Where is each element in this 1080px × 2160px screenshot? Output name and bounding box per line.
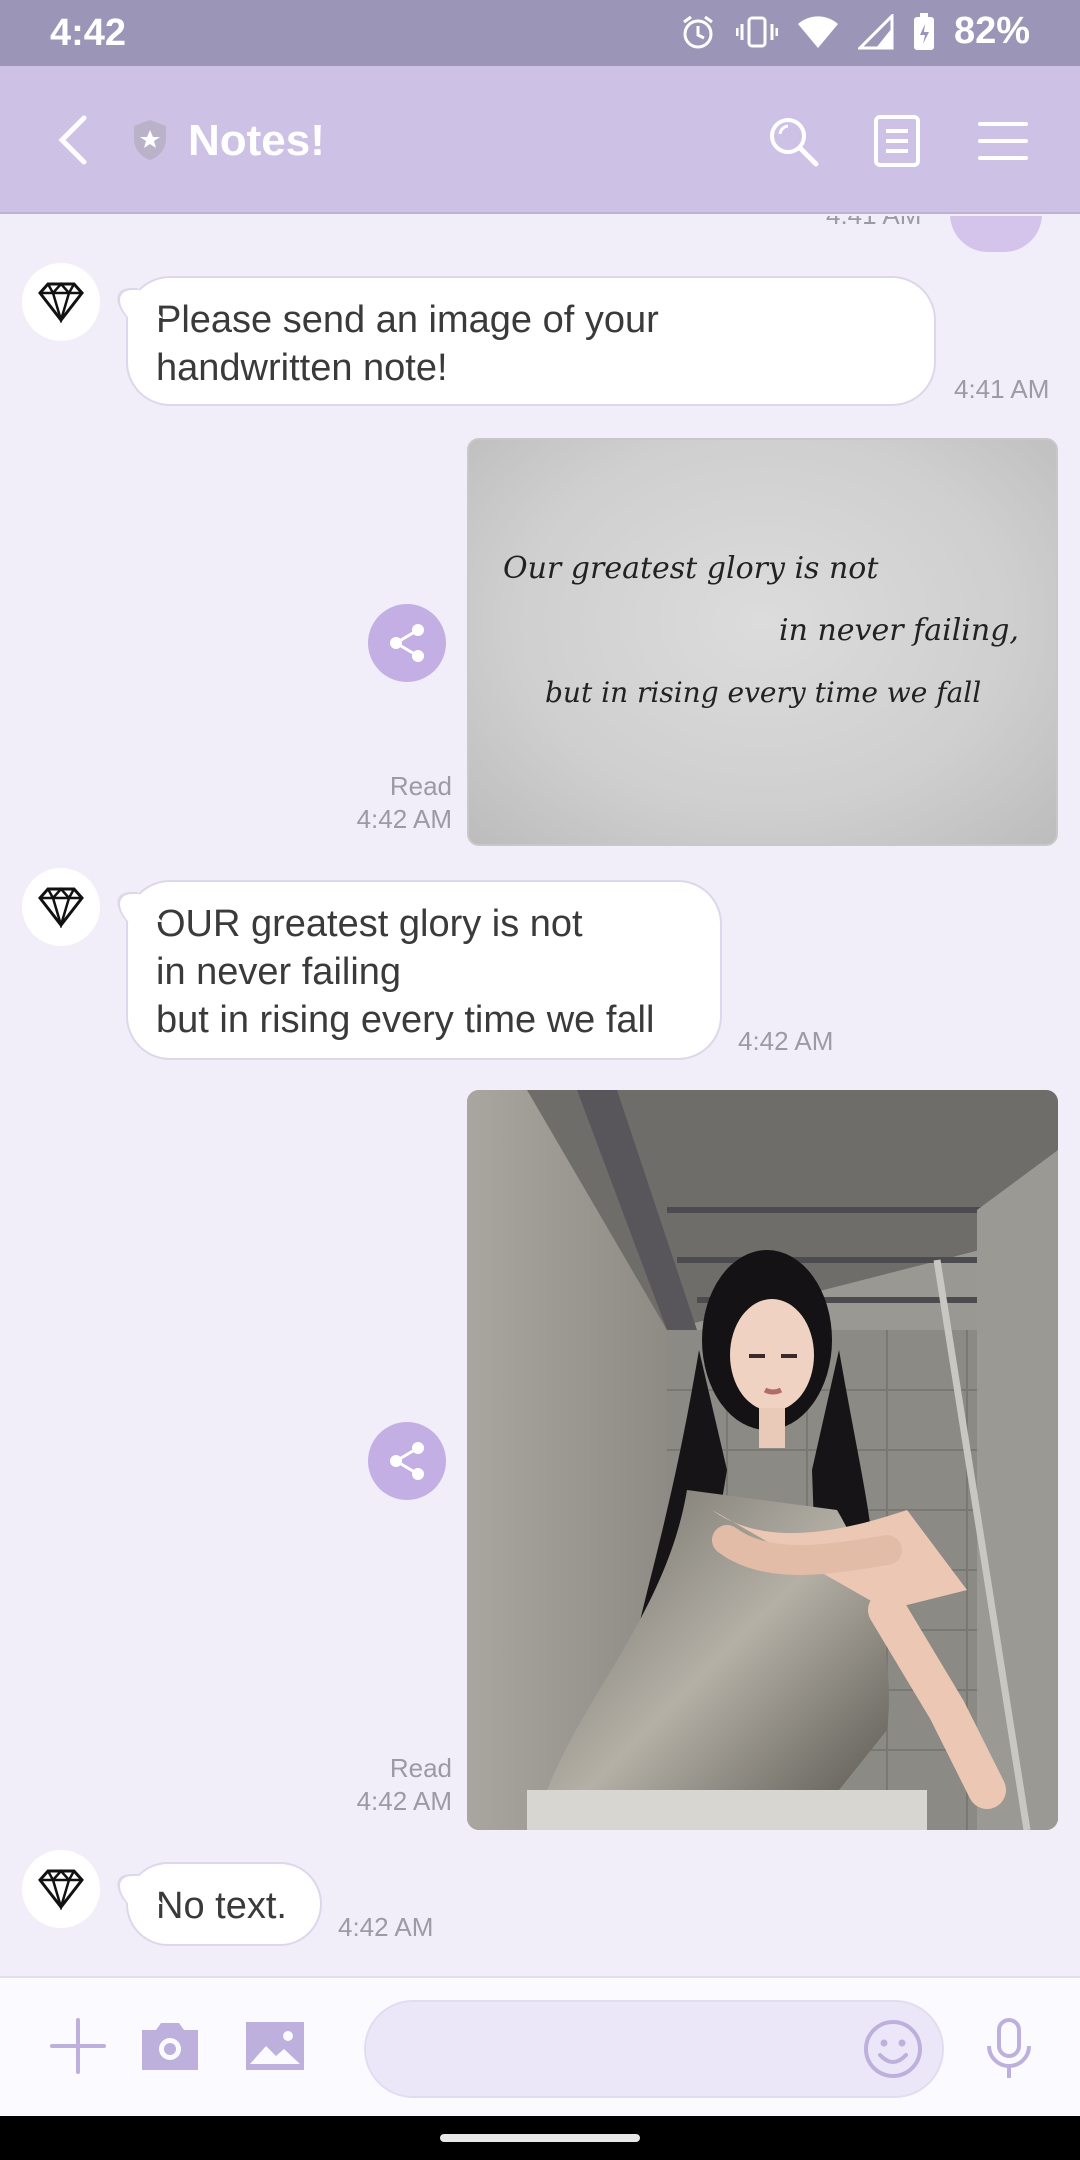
status-bar: 4:42 82% <box>0 0 1080 66</box>
alarm-icon <box>683 15 713 48</box>
message-time: 4:41 AM <box>826 216 921 231</box>
diamond-heart-icon <box>38 887 84 928</box>
status-icons: 82% <box>678 10 1030 53</box>
message-time: 4:42 AM <box>738 1026 834 1056</box>
diamond-heart-icon <box>38 282 84 323</box>
chat-area[interactable]: 4:41 AM Please send an image of your han… <box>0 216 1080 1976</box>
diamond-heart-icon <box>38 1869 84 1910</box>
battery-percent: 82% <box>953 10 1030 52</box>
message-input[interactable] <box>364 2000 944 2098</box>
plus-icon[interactable] <box>48 2016 108 2076</box>
read-status: Read <box>389 1753 452 1783</box>
wifi-icon <box>797 15 838 48</box>
portrait-photo-drawing <box>467 1090 1058 1830</box>
bot-avatar[interactable] <box>22 868 100 946</box>
message-time: 4:42 AM <box>356 1786 452 1816</box>
share-icon <box>390 1442 424 1480</box>
message-input-bar <box>0 1976 1080 2116</box>
message-time: 4:42 AM <box>338 1912 434 1942</box>
bot-avatar[interactable] <box>22 263 100 341</box>
share-button[interactable] <box>368 604 446 682</box>
handwriting-line-1: Our greatest glory is not <box>503 551 879 586</box>
received-message-bubble: Please send an image of your handwritten… <box>126 276 936 406</box>
system-nav-bar <box>0 2116 1080 2160</box>
camera-icon[interactable] <box>140 2016 200 2076</box>
read-receipt: Read 4:42 AM <box>330 1752 452 1818</box>
received-message-bubble: OUR greatest glory is not in never faili… <box>126 880 722 1060</box>
back-arrow-icon[interactable] <box>50 112 100 168</box>
handwritten-note-image[interactable]: Our greatest glory is not in never faili… <box>467 438 1058 846</box>
read-status: Read <box>389 771 452 801</box>
received-message-bubble: No text. <box>126 1862 322 1946</box>
handwriting-line-2: in never failing, <box>779 613 1019 648</box>
handwritten-note-drawing: Our greatest glory is not in never faili… <box>503 551 1019 709</box>
chat-header: Notes! <box>0 66 1080 214</box>
gallery-icon[interactable] <box>244 2016 306 2076</box>
status-time: 4:42 <box>50 12 127 54</box>
share-button[interactable] <box>368 1422 446 1500</box>
sent-bubble-partial <box>950 216 1042 252</box>
message-time: 4:42 AM <box>356 804 452 834</box>
battery-icon <box>913 12 934 50</box>
message-time: 4:41 AM <box>954 374 1050 404</box>
vibrate-icon <box>735 16 778 47</box>
emoji-icon[interactable] <box>862 2018 924 2080</box>
menu-icon[interactable] <box>976 114 1030 168</box>
signal-icon <box>857 13 894 49</box>
portrait-photo[interactable] <box>467 1090 1058 1830</box>
read-receipt: Read 4:42 AM <box>330 770 452 836</box>
bot-avatar[interactable] <box>22 1850 100 1928</box>
notes-icon[interactable] <box>870 114 924 168</box>
search-icon[interactable] <box>766 114 820 168</box>
microphone-icon[interactable] <box>984 2018 1034 2080</box>
home-gesture-pill[interactable] <box>440 2134 640 2142</box>
share-icon <box>390 624 424 662</box>
handwriting-line-3: but in rising every time we fall <box>545 676 981 709</box>
chat-title: Notes! <box>188 116 325 165</box>
shield-star-icon <box>134 120 166 160</box>
